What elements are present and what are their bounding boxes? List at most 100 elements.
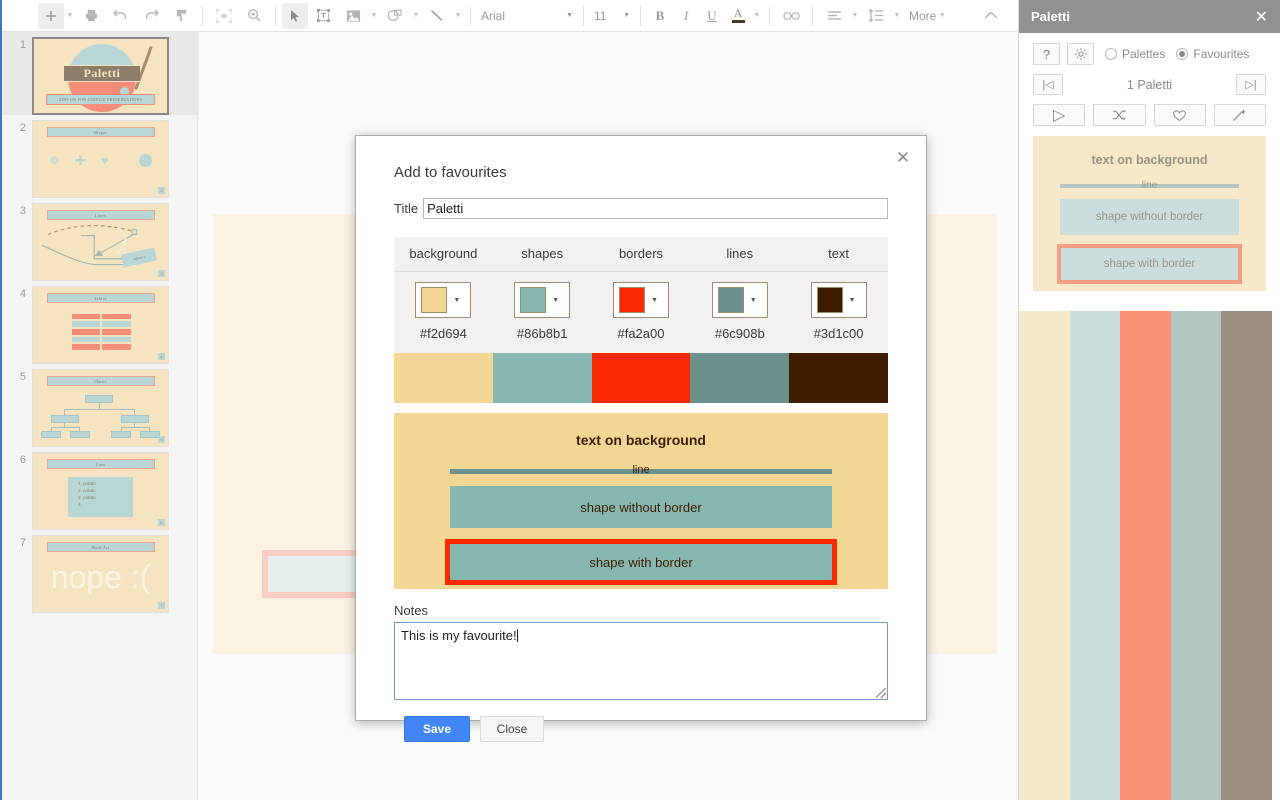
text-color-caret-icon[interactable]: ▼: [751, 3, 763, 29]
image-caret-icon[interactable]: ▼: [368, 3, 380, 29]
gear-icon[interactable]: [1067, 43, 1094, 65]
sidebar-preview-shape-with-border: shape with border: [1057, 244, 1242, 284]
hex-value-text: #3d1c00: [789, 326, 888, 341]
chevron-down-icon: ▼: [750, 297, 757, 304]
add-to-favourites-dialog: ✕ Add to favourites Title background sha…: [355, 135, 927, 721]
slide-badge: 3: [158, 270, 165, 277]
more-button[interactable]: More: [903, 9, 936, 23]
circle-shape-icon: [139, 154, 152, 167]
cover-subtitle: ADD-ON FOR GOOGLE PRESENTATIONS: [46, 94, 155, 105]
color-picker-lines[interactable]: ▼: [712, 282, 768, 318]
radio-palettes[interactable]: Palettes: [1105, 47, 1165, 61]
help-button[interactable]: ?: [1033, 43, 1060, 65]
close-icon[interactable]: ✕: [892, 146, 914, 168]
line-spacing-icon[interactable]: [861, 3, 891, 29]
color-picker-text[interactable]: ▼: [811, 282, 867, 318]
cancel-button[interactable]: Close: [480, 716, 544, 742]
slide-badge: 2: [158, 187, 165, 194]
text-color-button[interactable]: A: [725, 3, 751, 29]
link-icon[interactable]: [776, 3, 806, 29]
radio-favourites-input[interactable]: [1176, 48, 1188, 60]
filmstrip-slide-4[interactable]: 4 Tables 4: [2, 281, 197, 364]
image-icon[interactable]: [338, 3, 368, 29]
shape-icon[interactable]: [380, 3, 410, 29]
slide-number: 2: [16, 120, 32, 198]
filmstrip-slide-7[interactable]: 7 Word Art nope :( 7: [2, 530, 197, 613]
slide-thumbnail[interactable]: Word Art nope :( 7: [32, 535, 169, 613]
shape-caret-icon[interactable]: ▼: [410, 3, 422, 29]
notes-label: Notes: [356, 589, 926, 622]
column-header-borders: borders: [592, 237, 691, 271]
font-size-caret-icon: ▼: [623, 12, 630, 19]
swatch-chip: [520, 287, 546, 313]
shape-gallery: ✵ ✚ ♥: [49, 153, 152, 169]
color-picker-background[interactable]: ▼: [415, 282, 471, 318]
sidebar-palette-preview[interactable]: text on background line shape without bo…: [1033, 136, 1266, 291]
slide-thumbnail[interactable]: Paletti ADD-ON FOR GOOGLE PRESENTATIONS: [32, 37, 169, 115]
line-caret-icon[interactable]: ▼: [452, 3, 464, 29]
sidebar-title: Paletti: [1031, 9, 1255, 24]
skip-to-last-icon[interactable]: ▷|: [1236, 74, 1266, 95]
sidebar-color-bars: [1019, 311, 1272, 800]
slide-thumbnail[interactable]: Shapes ✵ ✚ ♥ 2: [32, 120, 169, 198]
radio-palettes-input[interactable]: [1105, 48, 1117, 60]
font-size-select[interactable]: 11 ▼: [590, 3, 634, 29]
slide-title: Lines: [47, 210, 155, 220]
sidebar-bar-borders: [1120, 311, 1171, 800]
slide-thumbnail[interactable]: Charts: [32, 369, 169, 447]
color-bar-lines: [690, 353, 789, 403]
italic-button[interactable]: I: [673, 3, 699, 29]
more-caret-icon[interactable]: ▼: [936, 3, 948, 29]
preview-line-label: line: [450, 464, 832, 476]
slide-number: 5: [16, 369, 32, 447]
paint-format-icon[interactable]: [166, 3, 196, 29]
title-input[interactable]: [423, 198, 888, 219]
play-icon[interactable]: ▷: [1033, 104, 1085, 126]
filmstrip-slide-2[interactable]: 2 Shapes ✵ ✚ ♥ 2: [2, 115, 197, 198]
slide-badge: 5: [158, 436, 165, 443]
magic-wand-icon[interactable]: [1214, 104, 1266, 126]
filmstrip-slide-5[interactable]: 5 Charts: [2, 364, 197, 447]
line-spacing-caret-icon[interactable]: ▼: [891, 3, 903, 29]
skip-to-first-icon[interactable]: |◁: [1033, 74, 1063, 95]
word-art-text: nope :(: [33, 559, 168, 596]
filmstrip-slide-1[interactable]: 1 Paletti ADD-ON FOR GOOGLE PRESENTATION…: [2, 32, 197, 115]
slide-thumbnail[interactable]: Lists 1. potato 2. potato 3. potato 4. 6: [32, 452, 169, 530]
undo-icon[interactable]: [106, 3, 136, 29]
line-icon[interactable]: [422, 3, 452, 29]
save-button[interactable]: Save: [404, 716, 470, 742]
filmstrip-slide-3[interactable]: 3 Lines callout :) 3: [2, 198, 197, 281]
collapse-toolbar-icon[interactable]: [978, 3, 1004, 29]
chevron-down-icon: ▼: [849, 297, 856, 304]
chevron-down-icon[interactable]: ▼: [64, 3, 76, 29]
underline-button[interactable]: U: [699, 3, 725, 29]
color-picker-borders[interactable]: ▼: [613, 282, 669, 318]
slide-thumbnail[interactable]: Tables 4: [32, 286, 169, 364]
align-icon[interactable]: [819, 3, 849, 29]
plus-icon[interactable]: [38, 3, 64, 29]
align-caret-icon[interactable]: ▼: [849, 3, 861, 29]
font-family-select[interactable]: Arial ▼: [477, 3, 577, 29]
fit-icon[interactable]: [209, 3, 239, 29]
resize-grip-icon[interactable]: [876, 688, 886, 698]
bold-button[interactable]: B: [647, 3, 673, 29]
cursor-icon[interactable]: [282, 3, 308, 29]
radio-favourites[interactable]: Favourites: [1176, 47, 1249, 61]
slide-thumbnail[interactable]: Lines callout :) 3: [32, 203, 169, 281]
swatch-chip: [421, 287, 447, 313]
heart-icon[interactable]: [1154, 104, 1206, 126]
color-bar-background: [394, 353, 493, 403]
close-icon[interactable]: ✕: [1255, 7, 1268, 27]
cover-title: Paletti: [64, 65, 140, 82]
radio-favourites-label: Favourites: [1193, 47, 1249, 61]
printer-icon[interactable]: [76, 3, 106, 29]
text-box-icon[interactable]: [308, 3, 338, 29]
zoom-icon[interactable]: [239, 3, 269, 29]
notes-input[interactable]: This is my favourite!: [394, 622, 888, 700]
redo-icon[interactable]: [136, 3, 166, 29]
preview-text-on-background: text on background: [394, 413, 888, 448]
color-picker-shapes[interactable]: ▼: [514, 282, 570, 318]
slide-filmstrip[interactable]: 1 Paletti ADD-ON FOR GOOGLE PRESENTATION…: [2, 32, 198, 800]
filmstrip-slide-6[interactable]: 6 Lists 1. potato 2. potato 3. potato 4.…: [2, 447, 197, 530]
shuffle-icon[interactable]: [1093, 104, 1145, 126]
